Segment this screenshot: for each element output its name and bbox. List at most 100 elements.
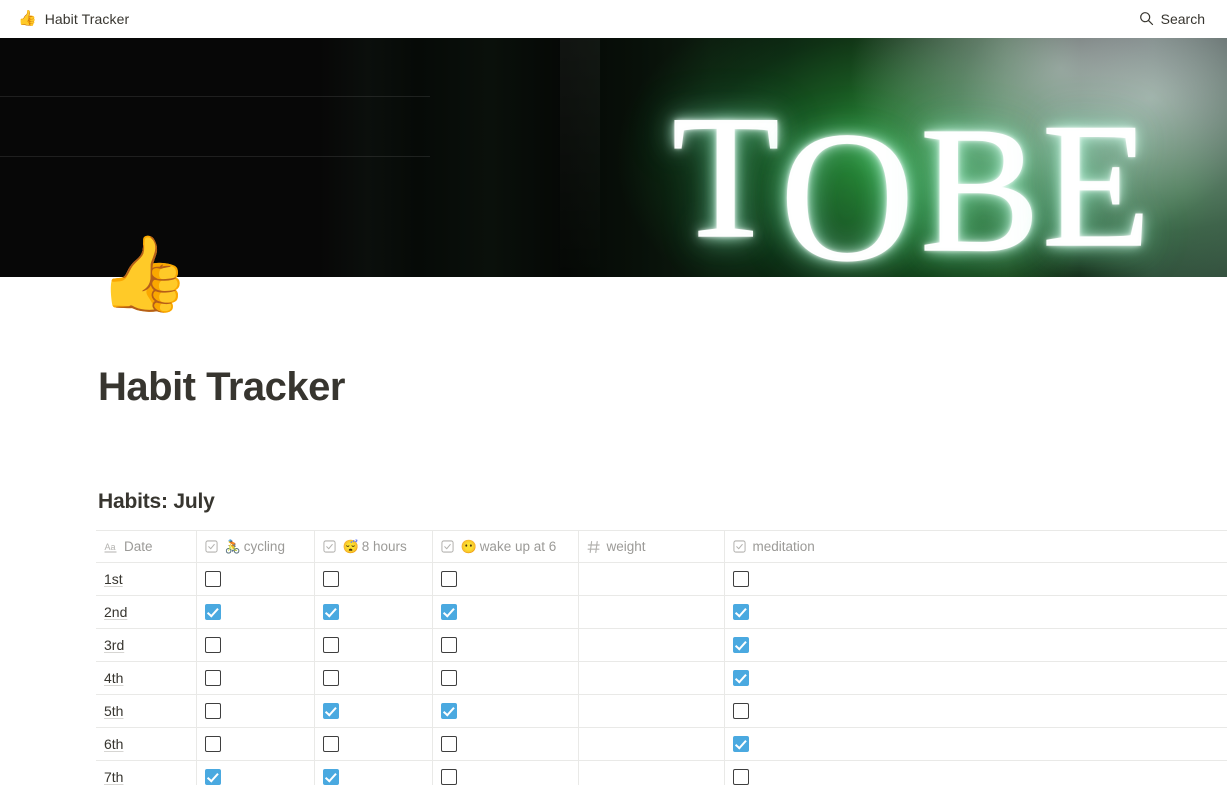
cell-eight-hours[interactable] [314, 760, 433, 785]
checkbox-unchecked[interactable] [204, 570, 221, 587]
checkbox-checked[interactable] [204, 768, 221, 785]
date-value[interactable]: 2nd [104, 604, 127, 620]
column-emoji-sleeping-face: 😴 [342, 539, 359, 554]
section-heading[interactable]: Habits: July [0, 410, 1227, 514]
cell-weight[interactable] [578, 562, 725, 596]
table-header-row: Aa Date 🚴 cycling 😴 8 hours 😶 wake up at… [96, 530, 1227, 563]
cell-wake-up-at-6[interactable] [432, 628, 579, 662]
cell-wake-up-at-6[interactable] [432, 694, 579, 728]
cell-cycling[interactable] [196, 562, 315, 596]
search-label: Search [1160, 10, 1205, 27]
cell-eight-hours[interactable] [314, 727, 433, 761]
breadcrumb[interactable]: 👍 Habit Tracker [0, 0, 129, 37]
checkbox-checked[interactable] [440, 603, 457, 620]
cell-date[interactable]: 7th [96, 760, 197, 785]
cell-weight[interactable] [578, 760, 725, 785]
column-header-date[interactable]: Aa Date [96, 530, 197, 563]
cell-meditation[interactable] [724, 661, 1227, 695]
cell-weight[interactable] [578, 661, 725, 695]
checkbox-unchecked[interactable] [440, 669, 457, 686]
cell-meditation[interactable] [724, 595, 1227, 629]
cover-detail-streak [560, 38, 600, 277]
cell-cycling[interactable] [196, 661, 315, 695]
cell-date[interactable]: 3rd [96, 628, 197, 662]
cell-eight-hours[interactable] [314, 661, 433, 695]
checkbox-unchecked[interactable] [204, 636, 221, 653]
checkbox-unchecked[interactable] [440, 735, 457, 752]
cell-weight[interactable] [578, 727, 725, 761]
checkbox-checked[interactable] [322, 702, 339, 719]
checkbox-unchecked[interactable] [732, 570, 749, 587]
date-value[interactable]: 1st [104, 571, 123, 587]
date-value[interactable]: 5th [104, 703, 123, 719]
cell-eight-hours[interactable] [314, 628, 433, 662]
cell-eight-hours[interactable] [314, 595, 433, 629]
cell-eight-hours[interactable] [314, 562, 433, 596]
cell-cycling[interactable] [196, 694, 315, 728]
checkbox-unchecked[interactable] [322, 570, 339, 587]
date-value[interactable]: 3rd [104, 637, 124, 653]
checkbox-unchecked[interactable] [204, 735, 221, 752]
checkbox-unchecked[interactable] [440, 768, 457, 785]
column-header-weight[interactable]: weight [578, 530, 725, 563]
cell-cycling[interactable] [196, 595, 315, 629]
cover-detail-line [0, 156, 430, 157]
date-value[interactable]: 6th [104, 736, 123, 752]
cell-meditation[interactable] [724, 628, 1227, 662]
column-header-meditation[interactable]: meditation [724, 530, 1227, 563]
search-icon [1139, 11, 1154, 26]
checkbox-unchecked[interactable] [732, 768, 749, 785]
search-button[interactable]: Search [1139, 11, 1227, 27]
cell-date[interactable]: 4th [96, 661, 197, 695]
checkbox-checked[interactable] [322, 603, 339, 620]
column-header-label: Date [124, 539, 153, 554]
cell-weight[interactable] [578, 595, 725, 629]
checkbox-unchecked[interactable] [732, 702, 749, 719]
checkbox-unchecked[interactable] [204, 702, 221, 719]
cell-date[interactable]: 5th [96, 694, 197, 728]
cell-cycling[interactable] [196, 760, 315, 785]
cell-meditation[interactable] [724, 760, 1227, 785]
checkbox-unchecked[interactable] [322, 735, 339, 752]
cell-date[interactable]: 2nd [96, 595, 197, 629]
cell-wake-up-at-6[interactable] [432, 661, 579, 695]
page-icon-emoji[interactable]: 👍 [98, 237, 190, 311]
checkbox-unchecked[interactable] [322, 636, 339, 653]
column-header-label: meditation [752, 539, 815, 554]
top-navigation-bar: 👍 Habit Tracker Search [0, 0, 1227, 38]
column-header-eight-hours[interactable]: 😴 8 hours [314, 530, 433, 563]
checkbox-checked[interactable] [440, 702, 457, 719]
date-value[interactable]: 4th [104, 670, 123, 686]
cell-weight[interactable] [578, 628, 725, 662]
checkbox-checked[interactable] [732, 669, 749, 686]
column-header-cycling[interactable]: 🚴 cycling [196, 530, 315, 563]
checkbox-checked[interactable] [322, 768, 339, 785]
cell-meditation[interactable] [724, 562, 1227, 596]
cell-wake-up-at-6[interactable] [432, 727, 579, 761]
page-body: 👍 Habit Tracker Habits: July Aa Date 🚴 c… [0, 237, 1227, 785]
cell-date[interactable]: 1st [96, 562, 197, 596]
checkbox-unchecked[interactable] [322, 669, 339, 686]
cell-eight-hours[interactable] [314, 694, 433, 728]
cell-wake-up-at-6[interactable] [432, 760, 579, 785]
cell-wake-up-at-6[interactable] [432, 562, 579, 596]
checkbox-checked[interactable] [204, 603, 221, 620]
cell-date[interactable]: 6th [96, 727, 197, 761]
habits-table-container: Aa Date 🚴 cycling 😴 8 hours 😶 wake up at… [0, 530, 1227, 785]
cell-weight[interactable] [578, 694, 725, 728]
breadcrumb-title[interactable]: Habit Tracker [45, 11, 130, 27]
checkbox-unchecked[interactable] [440, 636, 457, 653]
checkbox-checked[interactable] [732, 636, 749, 653]
cell-meditation[interactable] [724, 694, 1227, 728]
cell-wake-up-at-6[interactable] [432, 595, 579, 629]
checkbox-unchecked[interactable] [204, 669, 221, 686]
checkbox-checked[interactable] [732, 735, 749, 752]
checkbox-unchecked[interactable] [440, 570, 457, 587]
column-header-wake-up[interactable]: 😶 wake up at 6 [432, 530, 579, 563]
table-header: Aa Date 🚴 cycling 😴 8 hours 😶 wake up at… [96, 530, 1227, 563]
checkbox-checked[interactable] [732, 603, 749, 620]
cell-cycling[interactable] [196, 727, 315, 761]
cell-cycling[interactable] [196, 628, 315, 662]
cell-meditation[interactable] [724, 727, 1227, 761]
date-value[interactable]: 7th [104, 769, 123, 785]
